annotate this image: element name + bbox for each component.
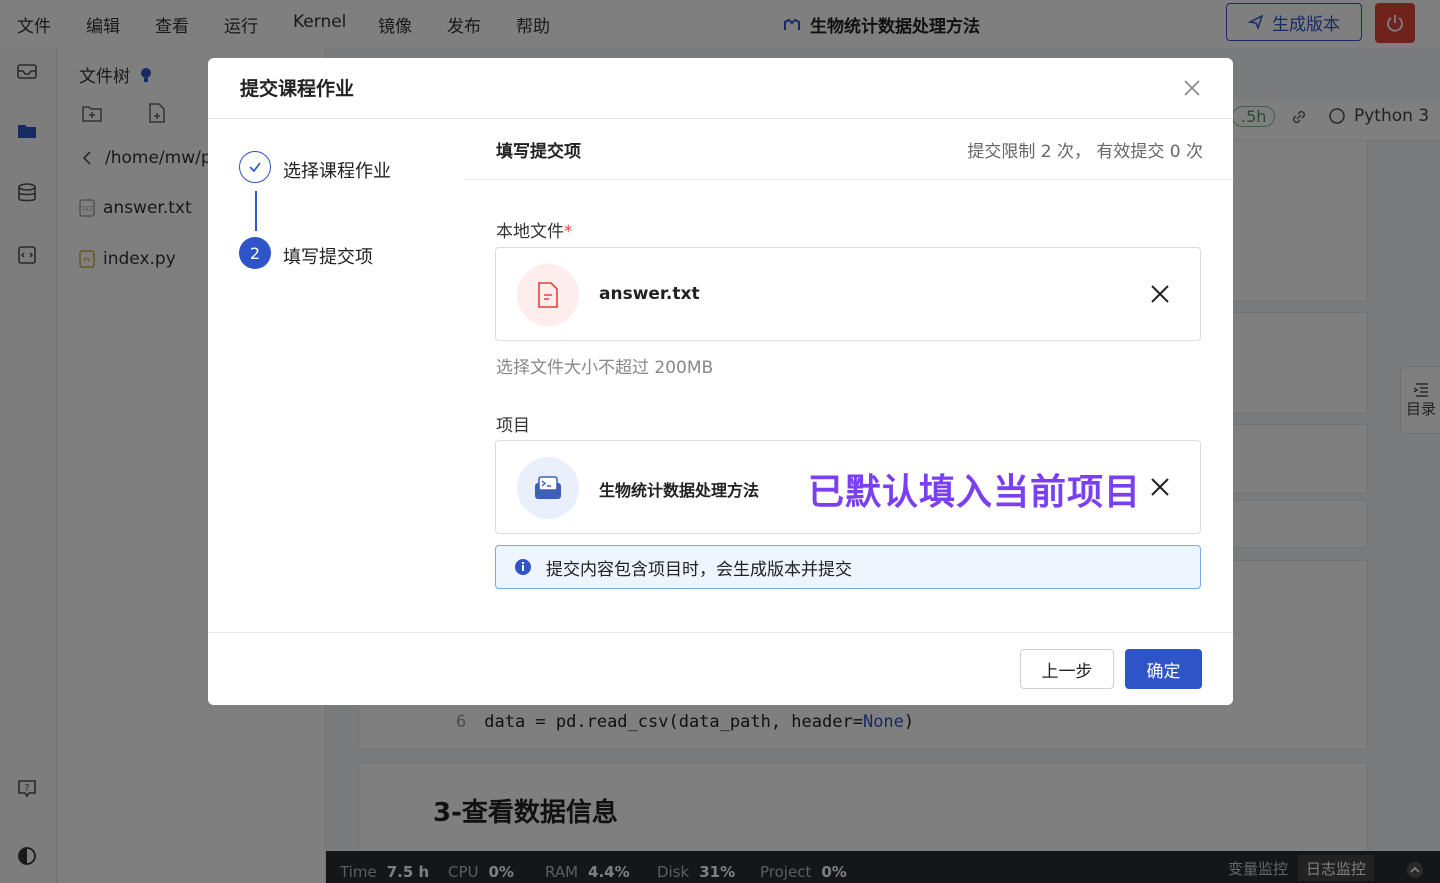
form-panel: 填写提交项 提交限制 2 次， 有效提交 0 次 本地文件* answer.tx… [464,119,1233,632]
project-icon-wrap [517,457,579,519]
submit-assignment-modal: 提交课程作业 选择课程作业 2 填写提交项 填写提交项 提交限制 2 次， 有效… [208,58,1233,705]
modal-header: 提交课程作业 [208,58,1233,119]
remove-project-icon[interactable] [1148,475,1172,499]
info-notice-text: 提交内容包含项目时，会生成版本并提交 [546,559,852,580]
form-body: 填写提交项 提交限制 2 次， 有效提交 0 次 本地文件* answer.tx… [464,119,1233,632]
step-2-label: 填写提交项 [283,247,373,268]
terminal-icon [535,476,561,499]
required-mark: * [564,222,573,242]
remove-file-icon[interactable] [1148,282,1172,306]
local-file-box: answer.txt [495,247,1201,341]
steps-panel: 选择课程作业 2 填写提交项 [208,119,464,632]
check-icon [249,162,261,173]
info-icon [515,559,531,575]
project-label: 项目 [496,416,530,436]
local-file-label: 本地文件* [496,217,573,242]
local-file-name: answer.txt [599,284,700,304]
submit-limit-text: 提交限制 2 次， 有效提交 0 次 [967,142,1203,162]
step-connector [255,191,257,231]
project-box: 生物统计数据处理方法 已默认填入当前项目 [495,440,1201,534]
file-icon-wrap [517,264,579,326]
step-done-icon [239,151,271,183]
step-1-label: 选择课程作业 [283,161,391,182]
confirm-button[interactable]: 确定 [1125,649,1202,689]
default-project-annotation: 已默认填入当前项目 [808,472,1142,513]
form-section-header: 填写提交项 提交限制 2 次， 有效提交 0 次 [464,119,1233,180]
document-icon [538,282,558,308]
file-size-hint: 选择文件大小不超过 200MB [496,358,714,378]
modal-title: 提交课程作业 [240,78,355,100]
step-2-badge: 2 [239,237,271,269]
local-file-label-text: 本地文件 [496,222,564,242]
prev-step-button[interactable]: 上一步 [1020,649,1114,689]
project-name: 生物统计数据处理方法 [599,481,760,500]
info-notice: 提交内容包含项目时，会生成版本并提交 [495,545,1201,589]
form-section-title: 填写提交项 [496,142,581,162]
modal-footer: 上一步 确定 [208,632,1233,705]
close-icon[interactable] [1180,76,1204,100]
